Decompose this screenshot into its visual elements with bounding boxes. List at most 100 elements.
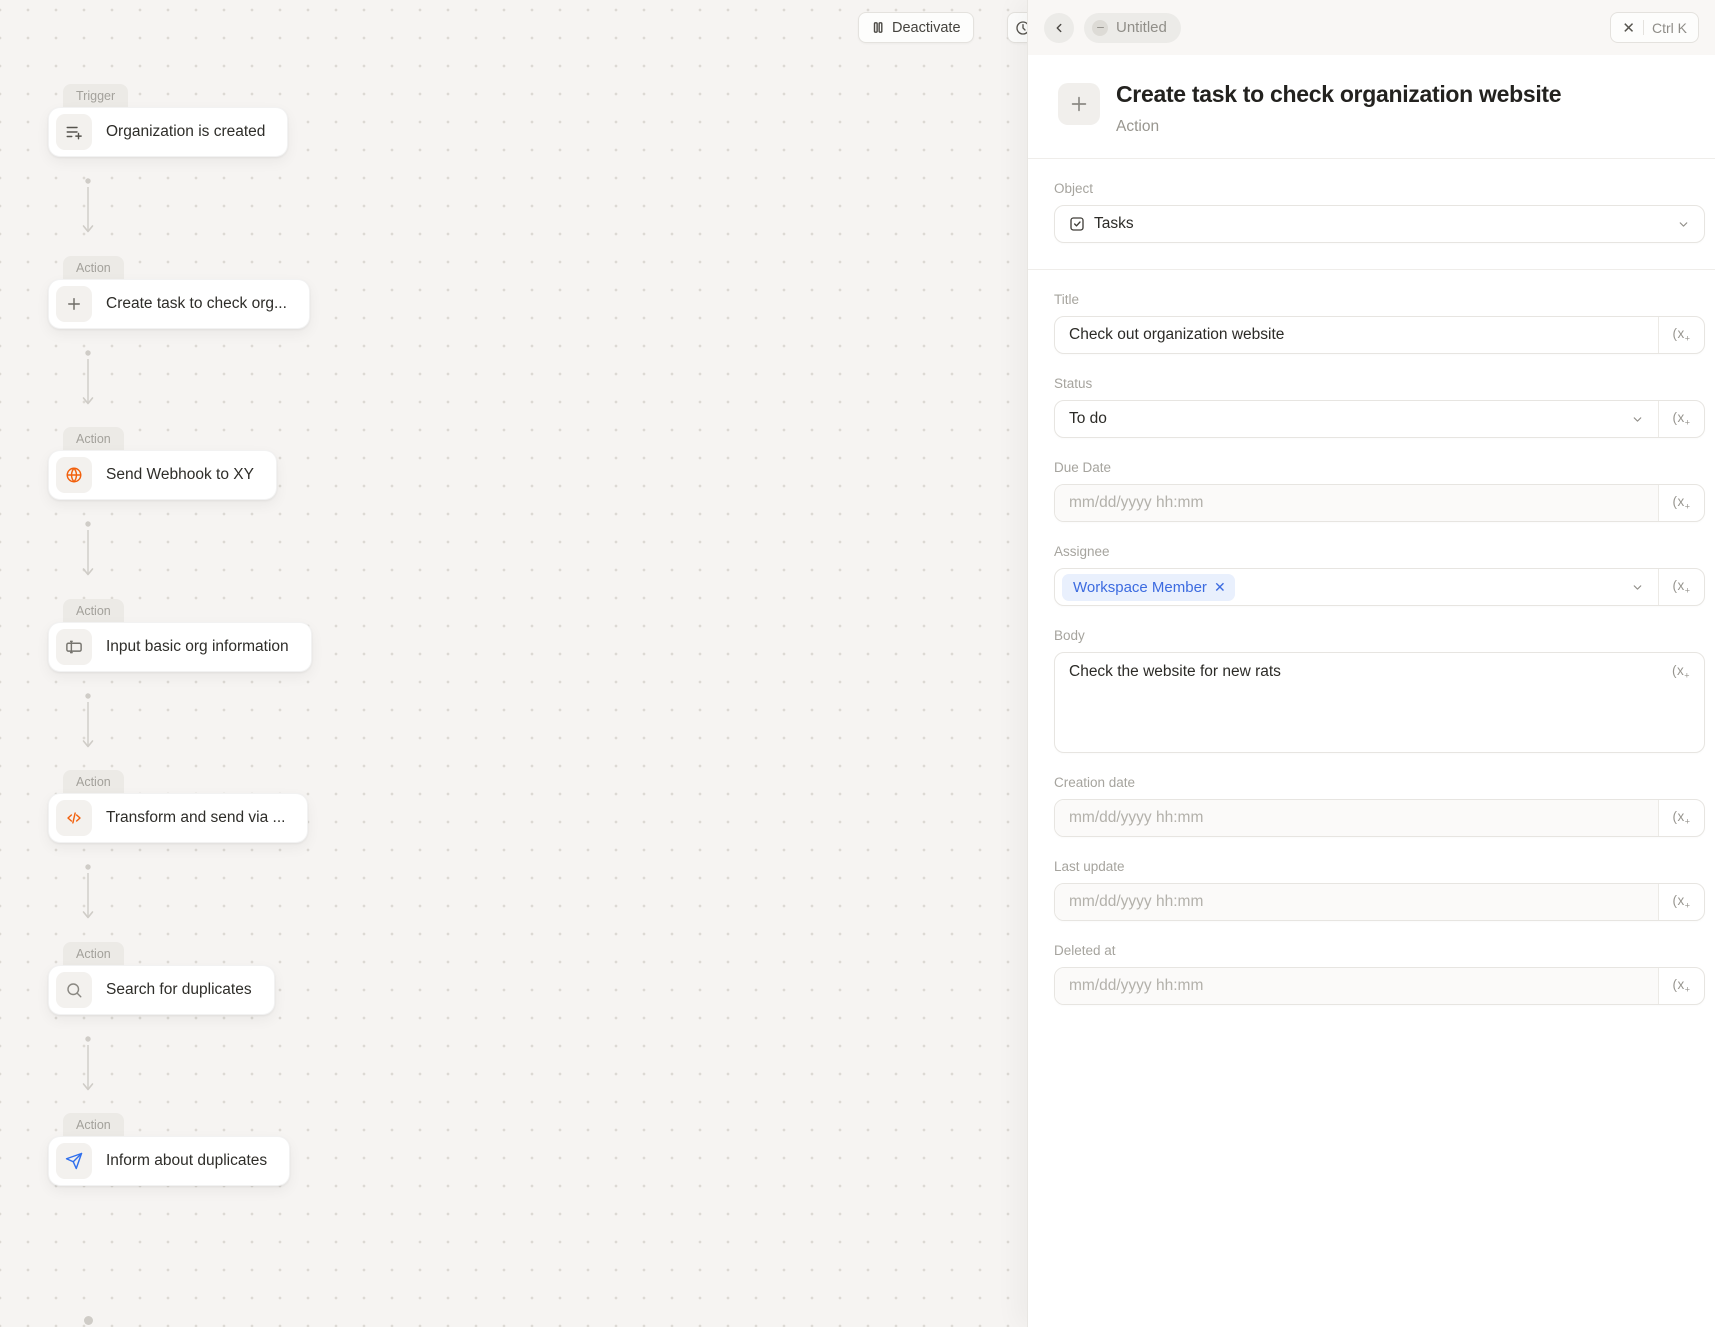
action-detail-panel: Untitled ✕ Ctrl K Create task to check o… — [1027, 0, 1715, 1327]
variable-icon: (x+ — [1672, 494, 1690, 512]
variable-icon: (x+ — [1672, 326, 1690, 344]
workflow-canvas[interactable]: TriggerOrganization is createdActionCrea… — [0, 0, 1027, 1327]
workflow-node[interactable]: Create task to check org... — [48, 279, 310, 329]
field-body: Body Check the website for new rats (x+ — [1054, 628, 1705, 753]
node-label: Input basic org information — [106, 638, 289, 656]
variable-icon: (x+ — [1672, 977, 1690, 995]
variable-icon: (x+ — [1672, 578, 1690, 596]
connector-arrow — [82, 1035, 94, 1102]
body-label: Body — [1054, 628, 1705, 643]
page-subtitle: Action — [1116, 118, 1561, 136]
creation-date-label: Creation date — [1054, 775, 1705, 790]
node-label: Search for duplicates — [106, 981, 252, 999]
body-textarea[interactable]: Check the website for new rats — [1055, 653, 1704, 752]
deleted-at-label: Deleted at — [1054, 943, 1705, 958]
variable-icon: (x+ — [1672, 809, 1690, 827]
plus-icon — [1058, 83, 1100, 125]
field-title: Title (x+ — [1054, 292, 1705, 354]
divider — [1643, 20, 1644, 35]
deactivate-button[interactable]: Deactivate — [858, 12, 974, 43]
untitled-label: Untitled — [1116, 19, 1167, 36]
title-label: Title — [1054, 292, 1705, 307]
status-label: Status — [1054, 376, 1705, 391]
input-icon — [56, 629, 92, 665]
field-creation-date: Creation date (x+ — [1054, 775, 1705, 837]
field-last-update: Last update (x+ — [1054, 859, 1705, 921]
variable-icon: (x+ — [1672, 893, 1690, 911]
insert-variable-button[interactable]: (x+ — [1658, 401, 1704, 437]
search-icon — [56, 972, 92, 1008]
insert-variable-button[interactable]: (x+ — [1658, 884, 1704, 920]
assignee-select[interactable]: Workspace Member ✕ — [1055, 569, 1658, 605]
insert-variable-button[interactable]: (x+ — [1658, 968, 1704, 1004]
deactivate-label: Deactivate — [892, 20, 961, 36]
due-date-input[interactable] — [1069, 494, 1644, 512]
plus-icon — [56, 286, 92, 322]
object-label: Object — [1054, 181, 1705, 196]
variable-icon: (x+ — [1672, 410, 1690, 428]
close-panel-button[interactable]: ✕ Ctrl K — [1610, 12, 1699, 43]
pause-icon — [871, 20, 885, 35]
deleted-at-input[interactable] — [1069, 977, 1644, 995]
divider — [1028, 158, 1715, 159]
insert-variable-button[interactable]: (x+ — [1672, 663, 1690, 681]
chevron-down-icon — [1677, 218, 1690, 231]
checkbox-icon — [1069, 216, 1085, 232]
workflow-node[interactable]: Send Webhook to XY — [48, 450, 277, 500]
page-title: Create task to check organization websit… — [1116, 81, 1561, 108]
shortcut-label: Ctrl K — [1652, 20, 1687, 36]
assignee-label: Assignee — [1054, 544, 1705, 559]
connector-arrow — [82, 692, 94, 759]
workflow-node[interactable]: Search for duplicates — [48, 965, 275, 1015]
title-input[interactable] — [1069, 326, 1644, 344]
node-label: Create task to check org... — [106, 295, 287, 313]
connector-arrow — [82, 520, 94, 587]
assignee-chip[interactable]: Workspace Member ✕ — [1062, 574, 1235, 601]
workflow-node[interactable]: Input basic org information — [48, 622, 312, 672]
chevron-left-icon — [1052, 21, 1066, 35]
insert-variable-button[interactable]: (x+ — [1658, 317, 1704, 353]
insert-variable-button[interactable]: (x+ — [1658, 800, 1704, 836]
breadcrumb-untitled[interactable]: Untitled — [1084, 13, 1181, 43]
field-assignee: Assignee Workspace Member ✕ (x+ — [1054, 544, 1705, 606]
creation-date-input[interactable] — [1069, 809, 1644, 827]
chevron-down-icon — [1631, 581, 1644, 594]
node-label: Send Webhook to XY — [106, 466, 254, 484]
dash-circle-icon — [1092, 20, 1108, 36]
insert-variable-button[interactable]: (x+ — [1658, 569, 1704, 605]
code-icon — [56, 800, 92, 836]
assignee-chip-label: Workspace Member — [1073, 579, 1207, 596]
globe-icon — [56, 457, 92, 493]
send-icon — [56, 1143, 92, 1179]
field-due-date: Due Date (x+ — [1054, 460, 1705, 522]
close-icon: ✕ — [1622, 19, 1635, 37]
status-select[interactable]: To do — [1055, 401, 1658, 437]
node-label: Inform about duplicates — [106, 1152, 267, 1170]
connector-start-dot — [84, 1316, 93, 1325]
object-value: Tasks — [1094, 215, 1134, 233]
divider — [1028, 269, 1715, 270]
remove-assignee-icon[interactable]: ✕ — [1214, 580, 1226, 594]
field-deleted-at: Deleted at (x+ — [1054, 943, 1705, 1005]
connector-arrow — [82, 349, 94, 416]
object-select[interactable]: Tasks — [1054, 205, 1705, 243]
back-button[interactable] — [1044, 13, 1074, 43]
workflow-node[interactable]: Inform about duplicates — [48, 1136, 290, 1186]
panel-title-block: Create task to check organization websit… — [1028, 55, 1715, 136]
chevron-down-icon — [1631, 413, 1644, 426]
workflow-node[interactable]: Transform and send via ... — [48, 793, 308, 843]
connector-arrow — [82, 177, 94, 244]
node-label: Organization is created — [106, 123, 265, 141]
last-update-label: Last update — [1054, 859, 1705, 874]
last-update-input[interactable] — [1069, 893, 1644, 911]
field-status: Status To do (x+ — [1054, 376, 1705, 438]
insert-variable-button[interactable]: (x+ — [1658, 485, 1704, 521]
connector-arrow — [82, 863, 94, 930]
due-date-label: Due Date — [1054, 460, 1705, 475]
panel-header: Untitled ✕ Ctrl K — [1028, 0, 1715, 55]
list-plus-icon — [56, 114, 92, 150]
workflow-node[interactable]: Organization is created — [48, 107, 288, 157]
field-object: Object Tasks — [1054, 181, 1705, 243]
status-value: To do — [1069, 410, 1107, 428]
node-label: Transform and send via ... — [106, 809, 285, 827]
